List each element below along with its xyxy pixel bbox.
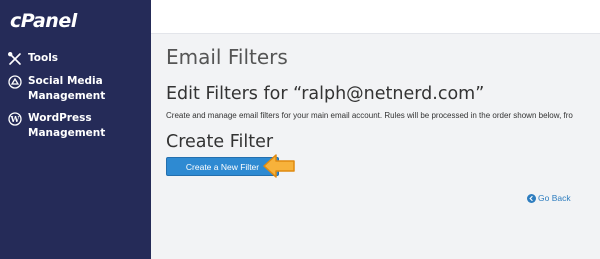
- sidebar-item-label-2: Management: [28, 127, 106, 139]
- sidebar-item-tools[interactable]: Tools: [8, 51, 58, 66]
- edit-filters-heading: Edit Filters for “ralph@netnerd.com”: [166, 84, 485, 104]
- sidebar: cPanel Tools Social Media Management W W…: [0, 0, 151, 259]
- top-bar: [151, 0, 600, 34]
- go-back-label: Go Back: [538, 193, 571, 203]
- sidebar-item-wordpress[interactable]: W WordPress Management: [8, 111, 105, 141]
- wordpress-icon: W: [8, 112, 22, 126]
- sidebar-item-label: Tools: [28, 52, 59, 64]
- main-content: Email Filters Edit Filters for “ralph@ne…: [151, 35, 600, 259]
- social-media-icon: [8, 75, 22, 89]
- arrow-left-circle-icon: [527, 193, 536, 203]
- go-back-link[interactable]: Go Back: [527, 193, 571, 203]
- sidebar-item-social-media[interactable]: Social Media Management: [8, 74, 105, 104]
- cpanel-logo[interactable]: cPanel: [10, 10, 77, 32]
- pointer-arrow-icon: [263, 154, 295, 178]
- sidebar-item-label-2: Management: [28, 90, 106, 102]
- tools-icon: [8, 52, 22, 66]
- svg-text:W: W: [10, 114, 21, 124]
- sidebar-item-label: Social Media: [28, 75, 103, 87]
- sidebar-item-label: WordPress: [28, 112, 92, 124]
- description-text: Create and manage email filters for your…: [166, 111, 573, 120]
- page-title: Email Filters: [166, 45, 288, 69]
- create-filter-heading: Create Filter: [166, 132, 274, 152]
